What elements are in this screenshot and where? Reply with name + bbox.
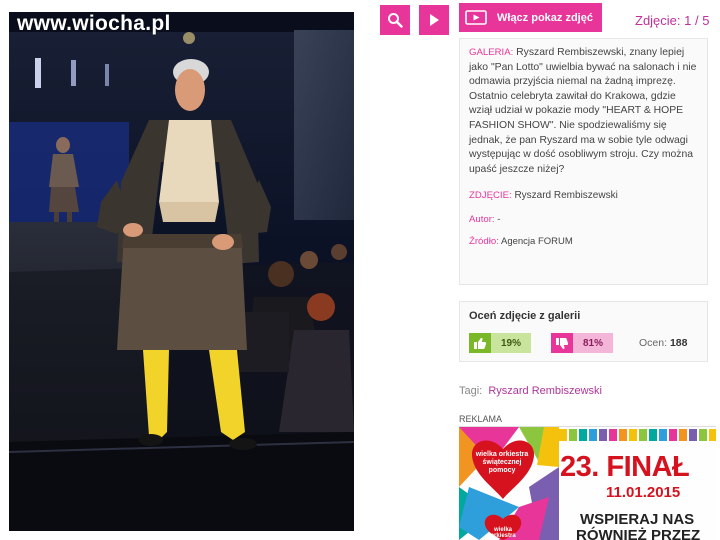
rating-title: Oceń zdjęcie z galerii xyxy=(469,310,581,322)
slideshow-button[interactable]: Włącz pokaz zdjęć xyxy=(459,3,602,32)
gallery-label: GALERIA: xyxy=(469,47,514,58)
ad-color-stripes xyxy=(559,429,716,441)
slideshow-icon xyxy=(465,10,487,25)
gallery-description-box: GALERIA: Ryszard Rembiszewski, znany lep… xyxy=(459,38,708,285)
source-value: Agencja FORUM xyxy=(500,235,573,247)
gallery-description-text: Ryszard Rembiszewski, znany lepiej jako … xyxy=(469,47,697,175)
vote-down-percent: 81% xyxy=(573,333,613,353)
votes-total: Ocen: 188 xyxy=(639,337,687,349)
gallery-description: GALERIA: Ryszard Rembiszewski, znany lep… xyxy=(469,46,699,177)
ad-line-1: WSPIERAJ NAS xyxy=(580,511,695,528)
photo-meta-row: ZDJĘCIE: Ryszard Rembiszewski xyxy=(469,189,699,204)
vote-down-button[interactable]: 81% xyxy=(551,333,613,353)
ad-headline: 23. FINAŁ xyxy=(560,451,690,483)
thumbs-down-icon xyxy=(551,333,573,353)
source-label: Źródło: xyxy=(469,235,499,247)
photo-illustration xyxy=(9,12,354,531)
author-value: - xyxy=(497,213,501,225)
site-watermark: www.wiocha.pl xyxy=(17,12,171,35)
photo-value: Ryszard Rembiszewski xyxy=(514,190,618,202)
tags-row: Tagi: Ryszard Rembiszewski xyxy=(459,385,602,397)
search-button[interactable] xyxy=(380,5,410,35)
photo-counter: Zdjęcie: 1 / 5 xyxy=(635,13,710,28)
votes-total-label: Ocen: xyxy=(639,337,668,349)
search-icon xyxy=(388,13,403,28)
vote-up-button[interactable]: 19% xyxy=(469,333,531,353)
rating-box: Oceń zdjęcie z galerii 19% 81% Ocen: 188 xyxy=(459,301,708,362)
thumbs-up-icon xyxy=(469,333,491,353)
ad-heart-text: wielka orkiestra świątecznej pomocy xyxy=(475,451,529,474)
slideshow-label: Włącz pokaz zdjęć xyxy=(497,11,593,24)
tags-label: Tagi: xyxy=(459,385,483,397)
votes-total-value: 188 xyxy=(669,337,688,349)
ad-label: REKLAMA xyxy=(459,414,503,424)
ad-banner[interactable]: wielka orkiestra świątecznej pomocy wiel… xyxy=(459,426,716,540)
gallery-photo[interactable] xyxy=(9,12,354,531)
author-meta-row: Autor: - xyxy=(469,213,699,228)
ad-line-2: RÓWNIEŻ PRZEZ xyxy=(576,527,701,540)
next-photo-button[interactable] xyxy=(419,5,449,35)
ad-date: 11.01.2015 xyxy=(606,484,681,501)
tag-link[interactable]: Ryszard Rembiszewski xyxy=(488,385,602,397)
ad-heart-text-small: wielka orkiestra xyxy=(490,527,516,539)
source-meta-row: Źródło: Agencja FORUM xyxy=(469,235,699,250)
photo-label: ZDJĘCIE: xyxy=(469,190,512,202)
play-next-icon xyxy=(430,14,439,26)
vote-up-percent: 19% xyxy=(491,333,531,353)
author-label: Autor: xyxy=(469,213,495,225)
